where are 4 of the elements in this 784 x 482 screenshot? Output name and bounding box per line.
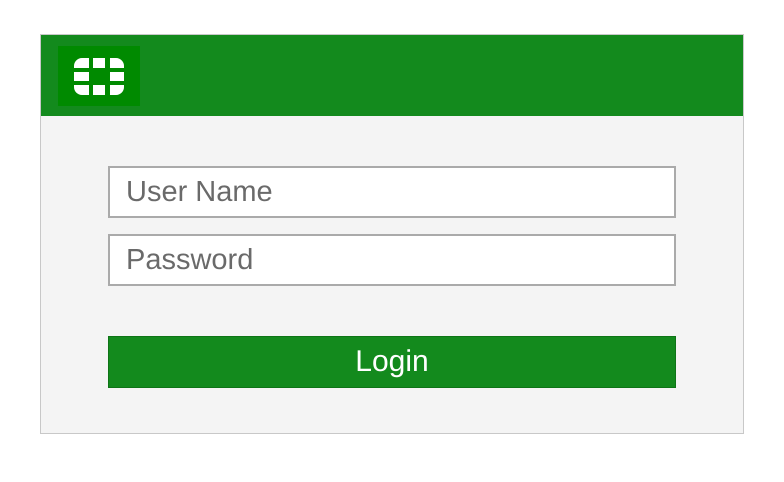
- login-button[interactable]: Login: [108, 336, 676, 388]
- password-field[interactable]: Password: [108, 234, 676, 286]
- username-field[interactable]: User Name: [108, 166, 676, 218]
- grid-logo-icon: [74, 58, 124, 94]
